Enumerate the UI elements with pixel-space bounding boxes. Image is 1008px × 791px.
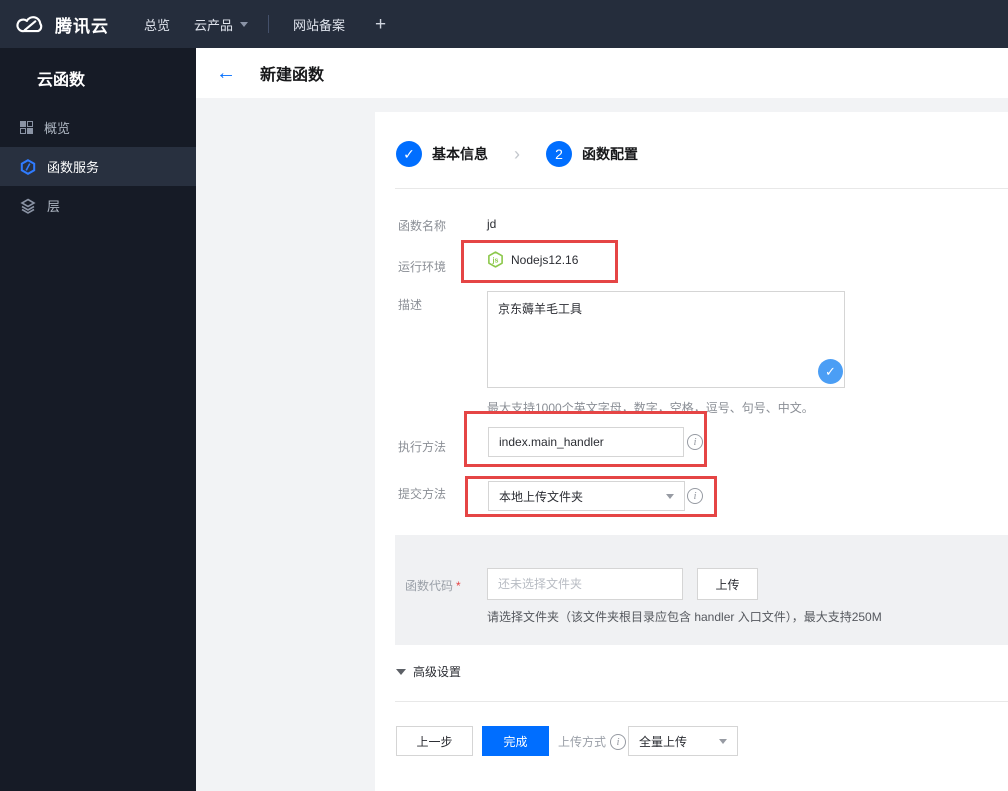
nav-products-label: 云产品	[194, 17, 234, 33]
nodejs-icon: js	[488, 251, 503, 268]
advanced-settings-label: 高级设置	[413, 665, 462, 679]
svg-text:js: js	[492, 256, 499, 264]
page-header: ← 新建函数	[196, 48, 1008, 98]
sidebar-item-label: 层	[47, 199, 61, 214]
submit-method-info-icon[interactable]: i	[687, 488, 703, 504]
upload-mode-value: 全量上传	[639, 734, 688, 749]
cloud-logo-icon	[16, 16, 43, 33]
back-arrow-icon[interactable]: ←	[216, 62, 236, 85]
finish-button[interactable]: 完成	[482, 726, 549, 756]
add-tab-icon[interactable]: +	[375, 15, 386, 34]
function-code-label-text: 函数代码	[405, 579, 454, 593]
create-function-card: ✓ 基本信息 › 2 函数配置 函数名称 jd 运行环境 js Nodejs12…	[375, 112, 1008, 791]
description-help-text: 最大支持1000个英文字母，数字，空格，逗号、句号、中文。	[487, 401, 814, 415]
sidebar-menu: 概览 函数服务 层	[0, 108, 196, 225]
logo-text: 腾讯云	[55, 16, 109, 36]
sidebar: 云函数 概览 函数服务 层	[0, 48, 196, 791]
upload-mode-label-row: 上传方式 i	[558, 733, 627, 750]
runtime-value-row: js Nodejs12.16	[487, 251, 578, 268]
upload-mode-label: 上传方式	[558, 735, 607, 749]
submit-method-label: 提交方法	[398, 487, 447, 501]
nav-website-record[interactable]: 网站备案	[293, 15, 345, 34]
function-code-label: 函数代码 *	[405, 577, 461, 594]
chevron-down-icon	[240, 21, 249, 27]
function-name-label: 函数名称	[398, 219, 447, 233]
page-title: 新建函数	[260, 67, 325, 84]
nav-divider	[268, 15, 270, 33]
upload-mode-select[interactable]: 全量上传	[628, 726, 738, 756]
submit-method-select[interactable]: 本地上传文件夹	[488, 481, 685, 511]
upload-button[interactable]: 上传	[697, 568, 758, 600]
step1-done-check-icon: ✓	[396, 141, 422, 167]
sidebar-item-layers[interactable]: 层	[0, 186, 196, 225]
description-textarea[interactable]: 京东薅羊毛工具	[487, 291, 845, 388]
nav-products[interactable]: 云产品	[194, 15, 249, 34]
footer-divider	[395, 701, 1008, 702]
step2-label: 函数配置	[582, 146, 638, 162]
chevron-down-icon	[666, 493, 674, 499]
handler-input[interactable]	[488, 427, 684, 457]
wizard-steps: ✓ 基本信息 › 2 函数配置	[396, 141, 638, 167]
runtime-value: Nodejs12.16	[511, 252, 579, 267]
triangle-down-icon	[396, 668, 406, 675]
grid-icon	[20, 121, 33, 134]
advanced-settings-toggle[interactable]: 高级设置	[396, 663, 461, 680]
top-navigation-bar: 腾讯云 总览 云产品 网站备案 +	[0, 0, 1008, 48]
sidebar-item-function-service[interactable]: 函数服务	[0, 147, 196, 186]
step1-label: 基本信息	[432, 146, 488, 162]
function-name-value: jd	[487, 217, 497, 231]
sidebar-item-label: 概览	[44, 121, 71, 136]
description-label: 描述	[398, 298, 423, 312]
nav-overview[interactable]: 总览	[144, 15, 170, 34]
top-nav-menu: 总览 云产品 网站备案 +	[144, 15, 386, 34]
handler-info-icon[interactable]: i	[687, 434, 703, 450]
function-hexagon-icon	[20, 158, 36, 175]
folder-path-input[interactable]	[487, 568, 683, 600]
required-asterisk: *	[456, 579, 461, 593]
handler-label: 执行方法	[398, 440, 447, 454]
runtime-label: 运行环境	[398, 260, 447, 274]
upload-mode-info-icon[interactable]: i	[610, 733, 627, 750]
function-code-section: 函数代码* 上传 请选择文件夹（该文件夹根目录应包含 handler 入口文件）…	[395, 535, 1008, 645]
tencent-cloud-logo[interactable]: 腾讯云	[14, 12, 109, 37]
sidebar-title: 云函数	[37, 72, 86, 89]
tencent-cloud-console: 腾讯云 总览 云产品 网站备案 + 云函数 概览 函数服务 层 ← 新建函数 ✓…	[0, 0, 1008, 791]
layers-icon	[20, 198, 36, 214]
valid-check-icon: ✓	[818, 359, 843, 384]
steps-divider	[395, 188, 1008, 189]
step2-number-badge: 2	[546, 141, 572, 167]
function-code-help-text: 请选择文件夹（该文件夹根目录应包含 handler 入口文件），最大支持250M	[487, 610, 882, 624]
step-separator-chevron-icon: ›	[514, 144, 520, 164]
sidebar-item-overview[interactable]: 概览	[0, 108, 196, 147]
submit-method-value: 本地上传文件夹	[499, 489, 584, 504]
chevron-down-icon	[719, 738, 727, 744]
sidebar-item-label: 函数服务	[47, 160, 100, 175]
previous-step-button[interactable]: 上一步	[396, 726, 473, 756]
